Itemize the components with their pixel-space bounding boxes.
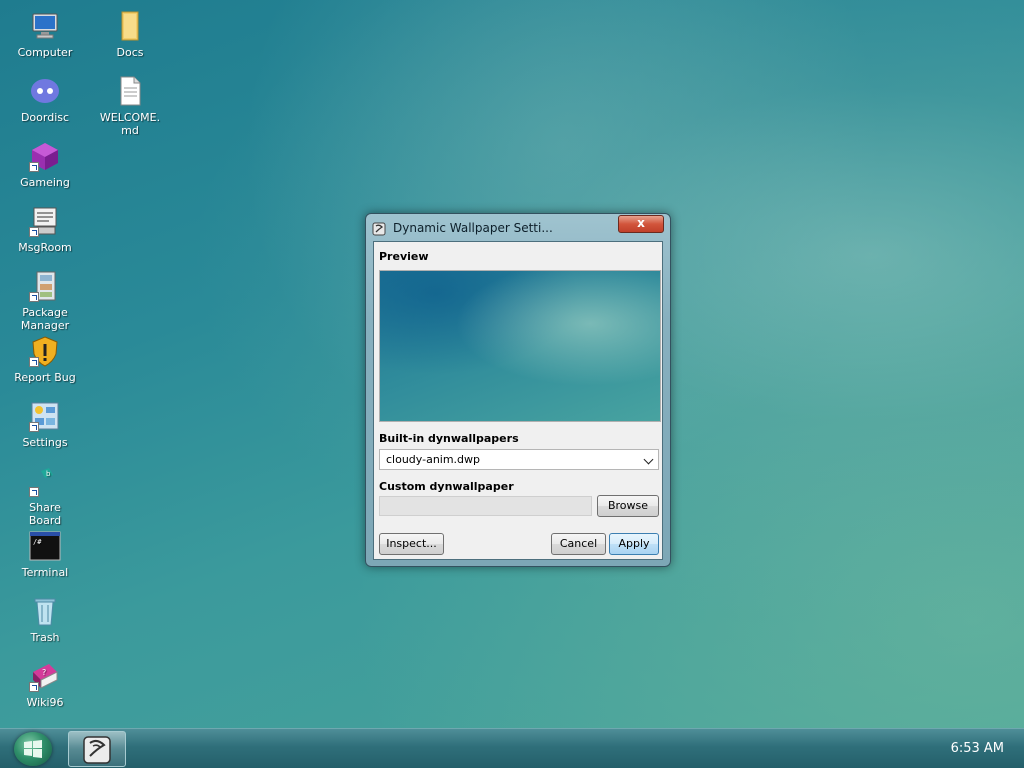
shortcut-arrow-icon: [29, 422, 39, 432]
shortcut-arrow-icon: [29, 162, 39, 172]
package-icon: [29, 270, 61, 302]
svg-text:/#: /#: [33, 538, 42, 546]
builtin-selected-value: cloudy-anim.dwp: [386, 453, 481, 466]
taskbar-item-dynamic-wallpaper[interactable]: [68, 731, 126, 767]
desktop-icon-label: WELCOME. md: [99, 111, 161, 137]
desktop-icon-label: Doordisc: [20, 111, 70, 124]
close-button[interactable]: x: [618, 215, 664, 233]
clock[interactable]: 6:53 AM: [951, 741, 1004, 756]
desktop-icon-trash[interactable]: Trash: [5, 595, 85, 644]
desktop-icon-msgroom[interactable]: MsgRoom: [5, 205, 85, 254]
wallpaper-preview: [379, 270, 661, 422]
desktop-icon-label: Share Board: [28, 501, 62, 527]
builtin-wallpaper-select[interactable]: cloudy-anim.dwp: [379, 449, 659, 470]
cube-icon: [29, 140, 61, 172]
desktop-icon-label: MsgRoom: [18, 241, 72, 254]
desktop-icon-label: Computer: [17, 46, 73, 59]
shortcut-arrow-icon: [29, 682, 39, 692]
browse-button[interactable]: Browse: [597, 495, 659, 517]
chat-app-icon: [29, 75, 61, 107]
desktop-icon-label: Settings: [22, 436, 68, 449]
desktop-icon-label: Gameing: [20, 176, 70, 189]
svg-text:?: ?: [42, 668, 46, 677]
apply-button[interactable]: Apply: [609, 533, 659, 555]
shortcut-arrow-icon: [29, 292, 39, 302]
desktop-icon-wiki96[interactable]: ? Wiki96: [5, 660, 85, 709]
folder-icon: [114, 10, 146, 42]
desktop-icon-label: Terminal: [21, 566, 69, 579]
desktop-icon-label: Docs: [116, 46, 144, 59]
dynamic-wallpaper-settings-window: Dynamic Wallpaper Setti... x Preview Bui…: [365, 213, 671, 567]
wallpaper-app-icon: [83, 736, 111, 764]
window-titlebar[interactable]: Dynamic Wallpaper Setti... x: [366, 214, 670, 240]
desktop-icon-settings[interactable]: Settings: [5, 400, 85, 449]
desktop-icon-label: Package Manager: [20, 306, 70, 332]
svg-text:b: b: [46, 470, 51, 478]
desktop-icon-report-bug[interactable]: Report Bug: [5, 335, 85, 384]
share-icon: b: [29, 465, 61, 497]
warning-shield-icon: [29, 335, 61, 367]
computer-icon: [29, 10, 61, 42]
desktop-icon-computer[interactable]: Computer: [5, 10, 85, 59]
chevron-down-icon: [643, 454, 654, 465]
book-icon: ?: [29, 660, 61, 692]
custom-wallpaper-field[interactable]: [379, 496, 592, 516]
desktop-icon-terminal[interactable]: /# Terminal: [5, 530, 85, 579]
trash-icon: [29, 595, 61, 627]
app-icon: [372, 221, 386, 236]
cancel-button[interactable]: Cancel: [551, 533, 606, 555]
desktop-icon-gameing[interactable]: Gameing: [5, 140, 85, 189]
settings-icon: [29, 400, 61, 432]
taskbar: 6:53 AM: [0, 728, 1024, 768]
inspect-button[interactable]: Inspect...: [379, 533, 444, 555]
desktop-icon-label: Wiki96: [26, 696, 64, 709]
shortcut-arrow-icon: [29, 227, 39, 237]
desktop-icon-doordisc[interactable]: Doordisc: [5, 75, 85, 124]
start-button[interactable]: [14, 732, 52, 766]
windows-logo-icon: [24, 740, 42, 758]
shortcut-arrow-icon: [29, 487, 39, 497]
desktop-icon-docs[interactable]: Docs: [90, 10, 170, 59]
window-title: Dynamic Wallpaper Setti...: [393, 221, 553, 235]
desktop-icon-share-board[interactable]: b Share Board: [5, 465, 85, 527]
shortcut-arrow-icon: [29, 357, 39, 367]
terminal-icon: /#: [29, 530, 61, 562]
text-file-icon: [114, 75, 146, 107]
custom-label: Custom dynwallpaper: [379, 480, 514, 493]
desktop-icon-label: Report Bug: [14, 371, 76, 384]
preview-label: Preview: [379, 250, 429, 263]
desktop-icon-package-manager[interactable]: Package Manager: [5, 270, 85, 332]
window-content: Preview Built-in dynwallpapers cloudy-an…: [373, 241, 663, 560]
desktop-icon-welcome-md[interactable]: WELCOME. md: [90, 75, 170, 137]
desktop-icon-label: Trash: [30, 631, 60, 644]
messaging-icon: [29, 205, 61, 237]
builtin-label: Built-in dynwallpapers: [379, 432, 519, 445]
